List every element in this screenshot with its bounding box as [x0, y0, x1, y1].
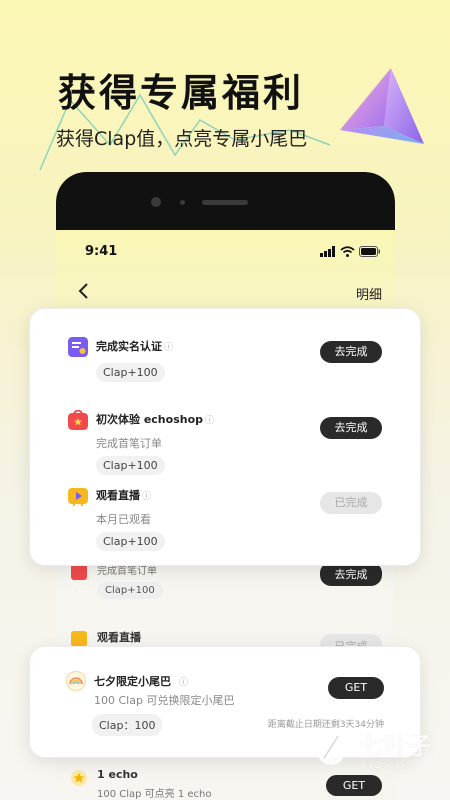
task-item: 初次体验 echoshop ⓘ 完成首笔订单 Clap+100: [68, 410, 214, 475]
task-title: 观看直播: [96, 489, 140, 502]
task-done-button: 已完成: [320, 492, 382, 514]
list-item: 观看直播: [71, 629, 141, 647]
task-reward: Clap+100: [96, 532, 165, 551]
task-reward: Clap+100: [96, 363, 165, 382]
task-title: 初次体验 echoshop: [96, 413, 204, 426]
redeem-header: 七夕限定小尾巴 ⓘ: [66, 671, 188, 691]
ghost-title: 1 echo: [97, 768, 138, 781]
task-subtitle: 完成首笔订单: [96, 437, 162, 450]
rainbow-badge-icon: [66, 671, 86, 691]
id-card-icon: [68, 337, 88, 357]
sensor-icon: [180, 200, 185, 205]
tasks-card: 完成实名认证 ⓘ Clap+100 去完成 初次体验 echoshop ⓘ 完成首笔…: [29, 308, 421, 566]
ghost-title: 观看直播: [97, 631, 141, 644]
redeem-subtitle: 100 Clap 可兑换限定小尾巴: [94, 694, 235, 707]
help-icon[interactable]: ⓘ: [142, 492, 151, 502]
leaf-logo-icon: [316, 728, 345, 765]
list-item: 1 echo 100 Clap 可点亮 1 echo: [71, 768, 212, 800]
get-button[interactable]: GET: [328, 677, 384, 699]
shopping-bag-icon: [68, 410, 88, 430]
back-chevron-icon[interactable]: [78, 282, 90, 300]
help-icon[interactable]: ⓘ: [205, 416, 214, 426]
watermark: 七叶子 7YZ.COM: [308, 724, 432, 772]
watermark-name: 七叶子: [360, 731, 432, 760]
prism-decoration-icon: [340, 68, 424, 144]
watermark-domain: 7YZ.COM: [360, 760, 416, 771]
star-badge-icon: [71, 770, 87, 786]
shopping-bag-icon: [71, 564, 87, 580]
help-icon[interactable]: ⓘ: [164, 343, 173, 353]
battery-icon: [359, 246, 380, 257]
task-complete-button[interactable]: 去完成: [320, 417, 382, 439]
status-icons: [320, 246, 381, 257]
status-time: 9:41: [85, 244, 118, 259]
signal-icon: [320, 246, 335, 257]
speaker-icon: [202, 200, 248, 205]
camera-icon: [151, 197, 161, 207]
task-subtitle: 本月已观看: [96, 513, 151, 526]
redeem-title: 七夕限定小尾巴: [94, 675, 171, 688]
task-item: 完成实名认证 ⓘ Clap+100: [68, 337, 173, 382]
redeem-clap: Clap：100: [92, 714, 163, 736]
task-title: 完成实名认证: [96, 340, 162, 353]
task-item: 观看直播 ⓘ 本月已观看 Clap+100: [68, 486, 165, 551]
promo-subheadline: 获得Clap值，点亮专属小尾巴: [56, 128, 308, 150]
promo-headline: 获得专属福利: [58, 71, 305, 115]
ghost-get-button[interactable]: GET: [326, 775, 382, 796]
live-tv-icon: [71, 631, 87, 647]
task-complete-button[interactable]: 去完成: [320, 341, 382, 363]
task-reward: Clap+100: [96, 456, 165, 475]
ghost-reward: Clap+100: [97, 582, 163, 599]
list-item: 完成首笔订单 Clap+100: [71, 562, 163, 599]
ghost-subtitle: 100 Clap 可点亮 1 echo: [97, 789, 212, 800]
wifi-icon: [340, 246, 355, 257]
detail-link[interactable]: 明细: [356, 284, 382, 303]
live-tv-icon: [68, 488, 88, 506]
phone-notch: [56, 172, 395, 230]
help-icon[interactable]: ⓘ: [179, 675, 188, 688]
